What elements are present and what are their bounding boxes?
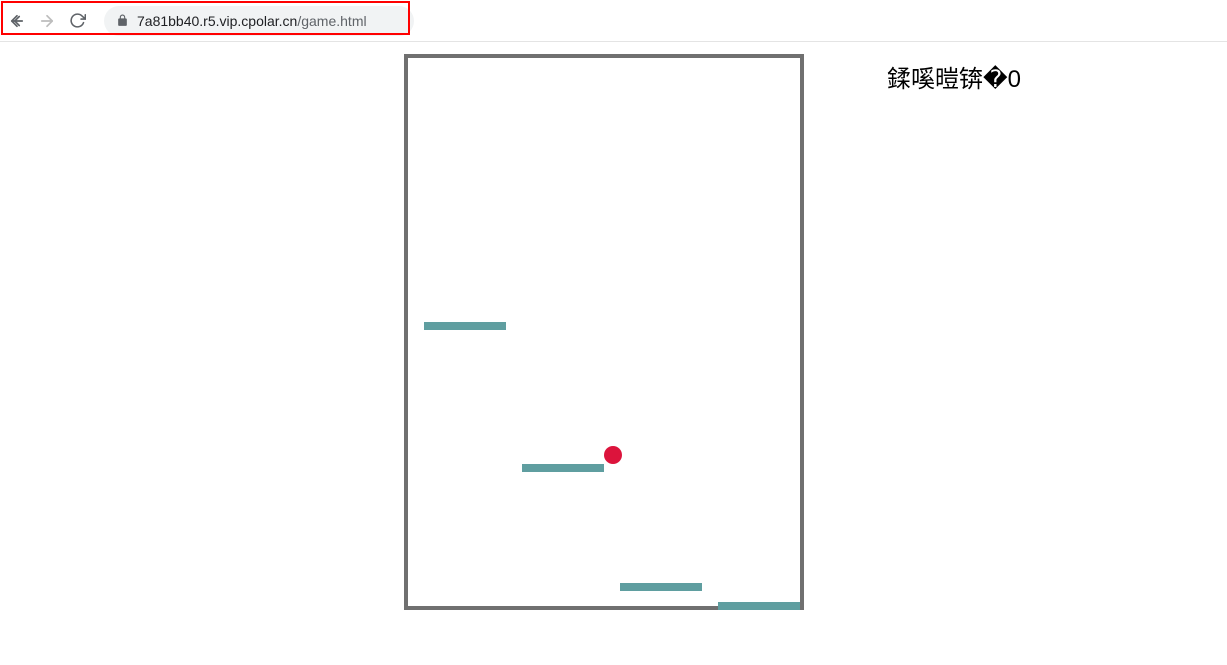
platform	[522, 464, 604, 472]
url-path: /game.html	[297, 13, 366, 29]
url-host: 7a81bb40.r5.vip.cpolar.cn	[137, 13, 297, 29]
platform	[620, 583, 702, 591]
arrow-right-icon	[38, 12, 56, 30]
player-ball	[604, 446, 622, 464]
forward-button[interactable]	[38, 12, 56, 30]
reload-icon	[69, 12, 86, 29]
lock-icon	[116, 14, 129, 27]
platform	[718, 602, 800, 610]
platform	[424, 322, 506, 330]
score-display: 鍒嗘暟锛�0	[887, 59, 1021, 94]
address-bar[interactable]: 7a81bb40.r5.vip.cpolar.cn/game.html	[104, 6, 414, 36]
address-url: 7a81bb40.r5.vip.cpolar.cn/game.html	[137, 13, 367, 29]
arrow-left-icon	[8, 12, 26, 30]
back-button[interactable]	[8, 12, 26, 30]
game-canvas[interactable]	[404, 54, 804, 610]
page-body: 鍒嗘暟锛�0	[0, 42, 1227, 665]
reload-button[interactable]	[68, 12, 86, 30]
score-label-text: 鍒嗘暟锛�	[887, 66, 1008, 93]
score-value: 0	[1008, 66, 1021, 93]
browser-toolbar: 7a81bb40.r5.vip.cpolar.cn/game.html	[0, 0, 1227, 42]
